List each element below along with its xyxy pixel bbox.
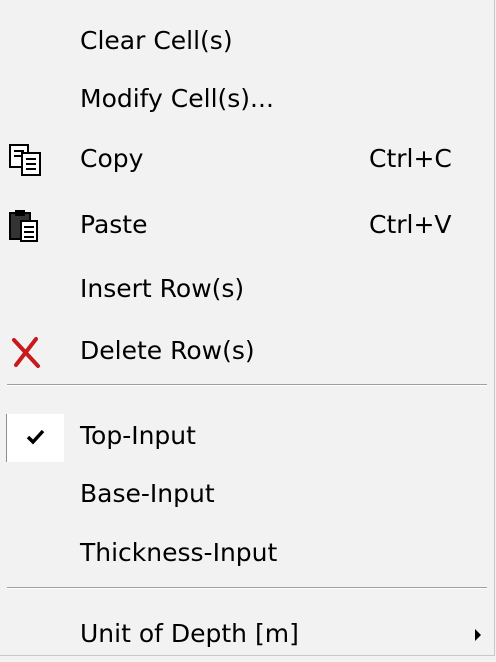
paste-icon — [8, 209, 44, 243]
menu-item-thickness-input[interactable]: Thickness-Input — [0, 525, 494, 581]
menu-separator — [7, 587, 487, 589]
menu-item-shortcut: Ctrl+V — [369, 210, 452, 239]
menu-item-label: Unit of Depth [m] — [80, 619, 299, 648]
menu-item-label: Base-Input — [80, 479, 215, 508]
menu-item-unit-of-depth[interactable]: Unit of Depth [m] — [0, 606, 494, 662]
menu-item-label: Top-Input — [80, 421, 196, 450]
menu-item-base-input[interactable]: Base-Input — [0, 466, 494, 522]
menu-item-insert-rows[interactable]: Insert Row(s) — [0, 261, 494, 317]
menu-item-delete-rows[interactable]: Delete Row(s) — [0, 323, 494, 379]
submenu-arrow-icon — [474, 627, 482, 646]
checkmark-icon — [26, 428, 46, 450]
copy-icon — [8, 143, 44, 177]
menu-item-label: Clear Cell(s) — [80, 26, 233, 55]
menu-item-top-input[interactable]: Top-Input — [0, 408, 494, 464]
menu-item-label: Modify Cell(s)... — [80, 84, 274, 113]
menu-item-label: Paste — [80, 210, 148, 239]
menu-item-modify-cells[interactable]: Modify Cell(s)... — [0, 71, 494, 127]
delete-x-icon — [8, 335, 44, 369]
menu-item-label: Thickness-Input — [80, 538, 278, 567]
menu-item-copy[interactable]: Copy Ctrl+C — [0, 131, 494, 187]
menu-separator — [7, 384, 487, 386]
menu-item-paste[interactable]: Paste Ctrl+V — [0, 197, 494, 253]
menu-item-label: Copy — [80, 144, 144, 173]
menu-item-shortcut: Ctrl+C — [369, 144, 452, 173]
menu-item-label: Delete Row(s) — [80, 336, 255, 365]
context-menu: Clear Cell(s) Modify Cell(s)... Copy Ctr… — [0, 0, 495, 656]
menu-item-label: Insert Row(s) — [80, 274, 245, 303]
menu-item-clear-cells[interactable]: Clear Cell(s) — [0, 13, 494, 69]
